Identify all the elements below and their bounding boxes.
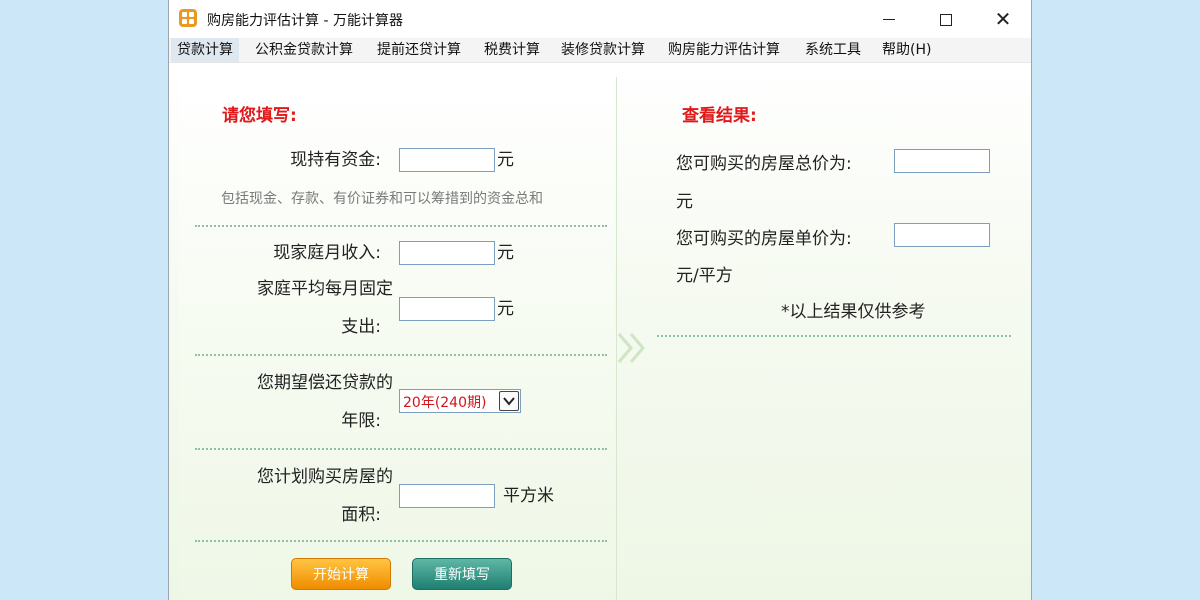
expense-label-line1: 家庭平均每月固定: [257, 279, 393, 299]
reset-button[interactable]: 重新填写: [412, 558, 512, 590]
funds-unit: 元: [497, 150, 514, 170]
section-separator: [195, 448, 607, 450]
menu-provident-fund-loan[interactable]: 公积金贷款计算: [255, 38, 353, 62]
area-label-line2: 面积:: [341, 505, 381, 525]
area-label-line1: 您计划购买房屋的: [257, 467, 393, 487]
term-label-line1: 您期望偿还贷款的: [257, 373, 393, 393]
chevron-down-icon[interactable]: [499, 391, 519, 411]
income-unit: 元: [497, 243, 514, 263]
funds-hint: 包括现金、存款、有价证券和可以筹措到的资金总和: [221, 191, 543, 207]
calculator-app-icon: [179, 9, 197, 27]
unit-price-label: 您可购买的房屋单价为:: [676, 229, 852, 249]
app-window: 购房能力评估计算 - 万能计算器 ✕ 贷款计算 公积金贷款计算 提前还贷计算 税…: [168, 0, 1032, 600]
expense-label-line2: 支出:: [341, 317, 381, 337]
unit-price-output: [894, 223, 990, 247]
loan-term-selected: 20年(240期): [403, 395, 487, 411]
disclaimer-note: *以上结果仅供参考: [781, 302, 926, 322]
funds-input[interactable]: [399, 148, 495, 172]
area-input[interactable]: [399, 484, 495, 508]
start-calculation-button[interactable]: 开始计算: [291, 558, 391, 590]
menu-system-tools[interactable]: 系统工具: [805, 38, 861, 62]
main-content: 请您填写: 现持有资金: 元 包括现金、存款、有价证券和可以筹措到的资金总和 现…: [169, 63, 1031, 600]
section-separator: [195, 225, 607, 227]
menu-prepayment[interactable]: 提前还贷计算: [377, 38, 461, 62]
input-heading: 请您填写:: [222, 106, 297, 126]
close-icon: ✕: [994, 7, 1012, 31]
unit-price-unit: 元/平方: [676, 266, 733, 286]
total-price-label: 您可购买的房屋总价为:: [676, 154, 852, 174]
expense-unit: 元: [497, 299, 514, 319]
result-heading: 查看结果:: [682, 106, 757, 126]
menu-help[interactable]: 帮助(H): [882, 38, 931, 62]
minimize-button[interactable]: [869, 6, 909, 32]
income-input[interactable]: [399, 241, 495, 265]
menu-renovation-loan[interactable]: 装修贷款计算: [561, 38, 645, 62]
close-button[interactable]: ✕: [983, 6, 1023, 32]
loan-term-select[interactable]: 20年(240期): [399, 389, 521, 413]
funds-label: 现持有资金:: [290, 150, 381, 170]
maximize-button[interactable]: [926, 6, 966, 32]
section-separator: [195, 354, 607, 356]
result-separator: [657, 335, 1011, 337]
term-label-line2: 年限:: [341, 411, 381, 431]
area-unit: 平方米: [503, 486, 554, 506]
menu-tax-fees[interactable]: 税费计算: [484, 38, 540, 62]
maximize-icon: [940, 13, 952, 26]
income-label: 现家庭月收入:: [273, 243, 381, 263]
minimize-icon: [883, 19, 895, 20]
total-price-unit: 元: [676, 192, 693, 212]
menu-loan-calc[interactable]: 贷款计算: [171, 38, 239, 62]
double-chevron-right-icon: [617, 333, 645, 363]
total-price-output: [894, 149, 990, 173]
menu-bar: 贷款计算 公积金贷款计算 提前还贷计算 税费计算 装修贷款计算 购房能力评估计算…: [169, 38, 1031, 63]
menu-affordability[interactable]: 购房能力评估计算: [668, 38, 780, 62]
expense-input[interactable]: [399, 297, 495, 321]
section-separator: [195, 540, 607, 542]
window-title: 购房能力评估计算 - 万能计算器: [207, 13, 403, 29]
title-bar: 购房能力评估计算 - 万能计算器 ✕: [169, 0, 1031, 38]
